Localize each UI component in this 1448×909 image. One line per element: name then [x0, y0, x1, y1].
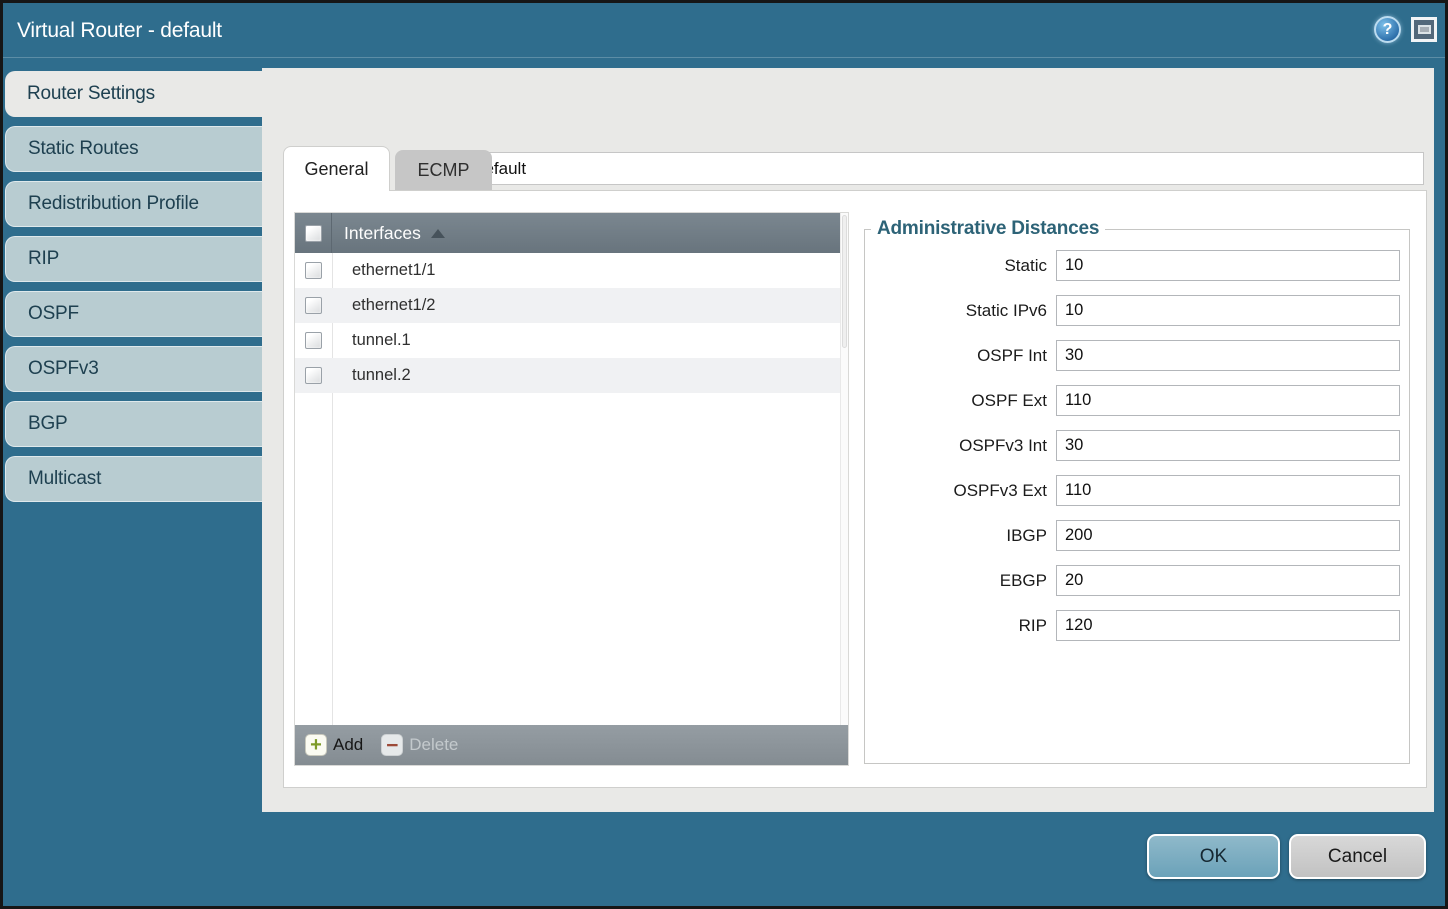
virtual-router-dialog: Virtual Router - default ? Router Settin…: [0, 0, 1448, 909]
interface-row-ethernet1-1[interactable]: ethernet1/1: [295, 253, 848, 288]
field-label-ibgp: IBGP: [869, 526, 1047, 546]
content-panel: Name GeneralECMP Interfaces ethernet1/1e…: [262, 68, 1434, 812]
row-checkbox-cell: [295, 367, 332, 384]
minus-icon: −: [381, 734, 403, 756]
row-checkbox[interactable]: [305, 297, 322, 314]
field-input-ospf-ext[interactable]: [1056, 385, 1400, 416]
sidebar-item-rip[interactable]: RIP: [5, 236, 262, 282]
select-all-checkbox[interactable]: [305, 225, 322, 242]
field-label-static: Static: [869, 256, 1047, 276]
field-row-static: Static: [865, 250, 1409, 281]
interfaces-table: Interfaces ethernet1/1 ethernet1/2 tunnel.…: [294, 212, 849, 766]
general-tab-content: Interfaces ethernet1/1 ethernet1/2 tunnel.…: [283, 190, 1427, 788]
tabstrip: GeneralECMP: [283, 146, 492, 191]
field-label-ospfv3-int: OSPFv3 Int: [869, 436, 1047, 456]
tab-general[interactable]: General: [283, 146, 390, 191]
sidebar-item-ospfv3[interactable]: OSPFv3: [5, 346, 262, 392]
tab-ecmp[interactable]: ECMP: [395, 150, 492, 191]
field-row-ospfv3-ext: OSPFv3 Ext: [865, 475, 1409, 506]
field-label-rip: RIP: [869, 616, 1047, 636]
interface-row-tunnel-1[interactable]: tunnel.1: [295, 323, 848, 358]
row-checkbox-cell: [295, 332, 332, 349]
field-input-ebgp[interactable]: [1056, 565, 1400, 596]
plus-icon: +: [305, 734, 327, 756]
field-input-static-ipv6[interactable]: [1056, 295, 1400, 326]
field-label-ebgp: EBGP: [869, 571, 1047, 591]
field-row-static-ipv6: Static IPv6: [865, 295, 1409, 326]
field-row-ospf-int: OSPF Int: [865, 340, 1409, 371]
field-row-ospfv3-int: OSPFv3 Int: [865, 430, 1409, 461]
field-label-ospf-int: OSPF Int: [869, 346, 1047, 366]
row-checkbox-cell: [295, 262, 332, 279]
add-button[interactable]: + Add: [305, 734, 363, 756]
window-icon[interactable]: [1411, 17, 1437, 42]
interfaces-table-footer: + Add − Delete: [295, 725, 848, 765]
delete-button-label: Delete: [409, 735, 458, 755]
row-checkbox[interactable]: [305, 367, 322, 384]
interface-row-ethernet1-2[interactable]: ethernet1/2: [295, 288, 848, 323]
window-icon-inner: [1418, 25, 1431, 34]
sidebar-item-router-settings[interactable]: Router Settings: [5, 71, 262, 117]
add-button-label: Add: [333, 735, 363, 755]
name-input[interactable]: [466, 152, 1424, 185]
header-checkbox-cell: [295, 213, 332, 253]
field-row-ebgp: EBGP: [865, 565, 1409, 596]
field-label-ospf-ext: OSPF Ext: [869, 391, 1047, 411]
sidebar-item-redistribution-profile[interactable]: Redistribution Profile: [5, 181, 262, 227]
field-input-ibgp[interactable]: [1056, 520, 1400, 551]
interfaces-table-body: ethernet1/1 ethernet1/2 tunnel.1 tunnel.2: [295, 253, 848, 725]
field-row-rip: RIP: [865, 610, 1409, 641]
sidebar: Router Settings Static Routes Redistributi…: [5, 71, 262, 511]
ok-button[interactable]: OK: [1147, 834, 1280, 879]
field-label-ospfv3-ext: OSPFv3 Ext: [869, 481, 1047, 501]
sidebar-item-multicast[interactable]: Multicast: [5, 456, 262, 502]
field-input-static[interactable]: [1056, 250, 1400, 281]
delete-button[interactable]: − Delete: [381, 734, 458, 756]
interface-name: ethernet1/2: [352, 296, 435, 315]
field-label-static-ipv6: Static IPv6: [869, 301, 1047, 321]
field-row-ospf-ext: OSPF Ext: [865, 385, 1409, 416]
help-icon[interactable]: ?: [1374, 16, 1401, 43]
cancel-button[interactable]: Cancel: [1289, 834, 1426, 879]
interface-name: ethernet1/1: [352, 261, 435, 280]
field-input-ospfv3-int[interactable]: [1056, 430, 1400, 461]
interface-name: tunnel.2: [352, 366, 411, 385]
field-input-rip[interactable]: [1056, 610, 1400, 641]
interfaces-column-header[interactable]: Interfaces: [344, 223, 421, 244]
sidebar-item-static-routes[interactable]: Static Routes: [5, 126, 262, 172]
sort-ascending-icon[interactable]: [431, 229, 445, 238]
row-checkbox-cell: [295, 297, 332, 314]
sidebar-item-bgp[interactable]: BGP: [5, 401, 262, 447]
administrative-distances-fieldset: Administrative Distances Static Static IP…: [864, 218, 1410, 764]
row-checkbox[interactable]: [305, 262, 322, 279]
scrollbar-thumb[interactable]: [842, 215, 847, 348]
sidebar-item-ospf[interactable]: OSPF: [5, 291, 262, 337]
titlebar: Virtual Router - default ?: [3, 3, 1445, 58]
administrative-distances-rows: Static Static IPv6 OSPF Int OSPF Ext OSPFv3 …: [865, 240, 1409, 641]
interface-row-tunnel-2[interactable]: tunnel.2: [295, 358, 848, 393]
field-input-ospfv3-ext[interactable]: [1056, 475, 1400, 506]
table-scrollbar[interactable]: [840, 213, 848, 765]
dialog-title: Virtual Router - default: [17, 3, 222, 58]
administrative-distances-legend: Administrative Distances: [871, 218, 1105, 240]
interfaces-table-header: Interfaces: [295, 213, 848, 253]
interface-name: tunnel.1: [352, 331, 411, 350]
field-row-ibgp: IBGP: [865, 520, 1409, 551]
row-checkbox[interactable]: [305, 332, 322, 349]
field-input-ospf-int[interactable]: [1056, 340, 1400, 371]
